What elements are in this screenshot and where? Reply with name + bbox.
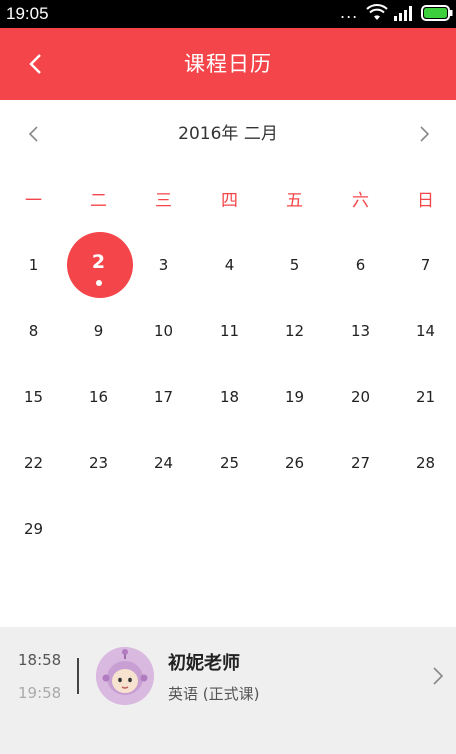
calendar-day[interactable]: 18 <box>197 364 262 430</box>
calendar-day[interactable]: 11 <box>197 298 262 364</box>
weekday-label: 六 <box>352 191 369 211</box>
battery-icon <box>421 5 453 25</box>
status-bar: 19:05 ... <box>0 0 456 28</box>
lesson-start-time: 18:58 <box>18 651 62 669</box>
month-label: 2016年 二月 <box>178 124 278 144</box>
calendar-day[interactable]: 16 <box>66 364 131 430</box>
wifi-icon <box>366 4 388 26</box>
chevron-right-icon <box>430 665 446 687</box>
status-time: 19:05 <box>6 4 49 23</box>
time-divider <box>77 658 79 694</box>
selected-day-number: 2 <box>91 251 106 273</box>
calendar-day[interactable]: 10 <box>131 298 196 364</box>
calendar-day[interactable]: 19 <box>262 364 327 430</box>
calendar-day[interactable]: 27 <box>328 430 393 496</box>
lesson-end-time: 19:58 <box>18 684 62 702</box>
calendar-day[interactable]: 17 <box>131 364 196 430</box>
weekday-label: 日 <box>417 191 434 211</box>
course-label: 英语 (正式课) <box>168 685 260 703</box>
calendar-day[interactable]: 22 <box>1 430 66 496</box>
calendar-day[interactable]: 26 <box>262 430 327 496</box>
calendar-day[interactable]: 7 <box>393 232 456 298</box>
calendar-day[interactable]: 15 <box>1 364 66 430</box>
calendar-day[interactable]: 28 <box>393 430 456 496</box>
calendar-day[interactable]: 21 <box>393 364 456 430</box>
calendar-day[interactable]: 4 <box>197 232 262 298</box>
calendar-day[interactable]: 24 <box>131 430 196 496</box>
calendar-day[interactable]: 9 <box>66 298 131 364</box>
event-dot-indicator <box>96 280 102 286</box>
weekday-header-row: 一 二 三 四 五 六 日 <box>0 180 456 222</box>
teacher-avatar-icon <box>96 647 154 705</box>
page-title: 课程日历 <box>184 52 272 76</box>
chevron-right-icon <box>420 126 430 142</box>
weekday-label: 四 <box>221 191 238 211</box>
lesson-card[interactable]: 18:58 19:58 初妮老师 英语 (正式课) <box>0 627 456 754</box>
weekday-label: 一 <box>25 191 42 211</box>
calendar-day[interactable]: 20 <box>328 364 393 430</box>
teacher-name: 初妮老师 <box>168 653 240 674</box>
weekday-label: 二 <box>90 191 107 211</box>
calendar-day[interactable]: 23 <box>66 430 131 496</box>
calendar-day-selected[interactable]: 2 <box>66 232 133 298</box>
month-navigation: 2016年 二月 <box>0 100 456 170</box>
next-month-button[interactable] <box>414 124 434 144</box>
more-indicator: ... <box>340 3 359 22</box>
signal-icon <box>393 5 415 25</box>
calendar-day[interactable]: 3 <box>131 232 196 298</box>
calendar-day[interactable]: 6 <box>328 232 393 298</box>
calendar-day[interactable]: 14 <box>393 298 456 364</box>
calendar-day[interactable]: 8 <box>1 298 66 364</box>
calendar-day[interactable]: 5 <box>262 232 327 298</box>
calendar-day[interactable]: 13 <box>328 298 393 364</box>
calendar-day[interactable]: 12 <box>262 298 327 364</box>
calendar-day[interactable]: 1 <box>1 232 66 298</box>
weekday-label: 三 <box>155 191 172 211</box>
calendar-day[interactable]: 25 <box>197 430 262 496</box>
weekday-label: 五 <box>286 191 303 211</box>
app-header: 课程日历 <box>0 28 456 100</box>
calendar-grid: 1 2 3 4 5 6 7 8 9 10 11 12 13 14 15 16 1… <box>0 232 456 562</box>
calendar-day[interactable]: 29 <box>1 496 66 562</box>
